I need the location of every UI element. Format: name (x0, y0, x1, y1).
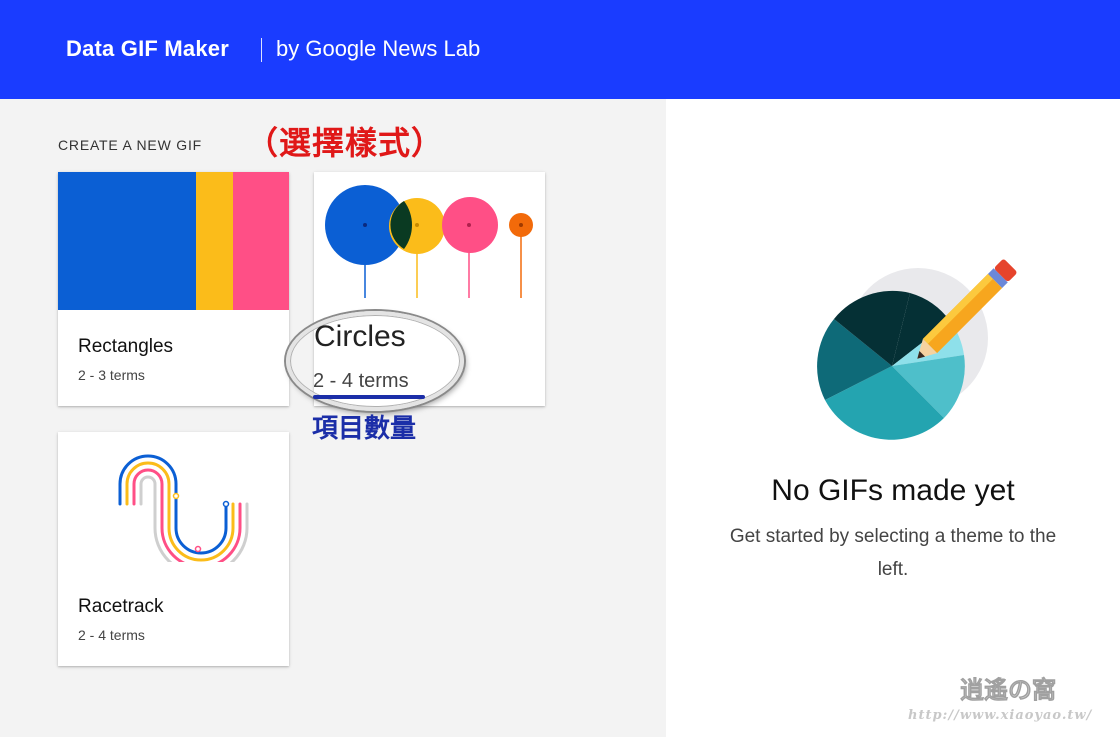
watermark-url: http://www.xiaoyao.tw/ (908, 708, 1093, 723)
annotation-underline (313, 395, 425, 399)
circles-thumbnail-icon (325, 185, 533, 298)
annotation-select-style: （選擇樣式） (246, 124, 445, 162)
theme-card-rectangles[interactable]: Rectangles 2 - 3 terms (58, 172, 289, 406)
racetrack-thumbnail-icon (118, 454, 249, 562)
empty-state-title: No GIFs made yet (771, 474, 1015, 507)
theme-card-racetrack[interactable]: Racetrack 2 - 4 terms (58, 432, 289, 666)
card-title: Rectangles (78, 336, 174, 357)
card-terms: 2 - 4 terms (313, 370, 409, 392)
watermark-logo-icon: 逍遙の窩 (960, 676, 1056, 704)
rectangle-blue (58, 172, 196, 310)
app-title[interactable]: Data GIF Maker (66, 36, 229, 62)
section-label: CREATE A NEW GIF (58, 137, 203, 153)
app-header: Data GIF Maker by Google News Lab (0, 0, 1120, 99)
rectangle-pink (233, 172, 289, 310)
svg-text:逍遙の窩: 逍遙の窩 (960, 676, 1056, 704)
annotation-term-count: 項目數量 (312, 414, 417, 444)
empty-state-description: Get started by selecting a theme to the … (729, 526, 1057, 580)
card-title: Racetrack (78, 596, 164, 617)
rectangle-yellow (196, 172, 233, 310)
card-terms: 2 - 3 terms (78, 367, 145, 383)
pie-chart-pencil-icon (817, 259, 1017, 440)
header-divider (261, 38, 262, 62)
card-title: Circles (314, 320, 406, 353)
byline: by Google News Lab (276, 36, 481, 61)
card-terms: 2 - 4 terms (78, 627, 145, 643)
